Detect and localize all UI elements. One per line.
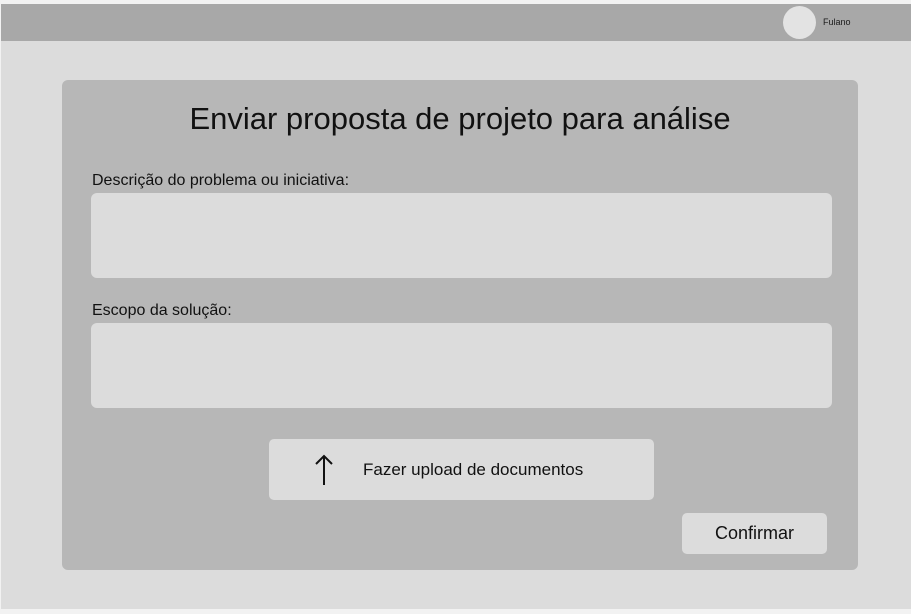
description-field[interactable] — [91, 193, 832, 278]
arrow-up-icon — [315, 454, 333, 485]
page-title: Enviar proposta de projeto para análise — [189, 101, 731, 136]
proposal-form-card: Enviar proposta de projeto para análise … — [62, 80, 858, 570]
user-name[interactable]: Fulano — [823, 17, 851, 28]
upload-documents-button[interactable]: Fazer upload de documentos — [269, 439, 654, 500]
avatar[interactable] — [783, 6, 816, 39]
upload-documents-label: Fazer upload de documentos — [363, 460, 584, 479]
confirm-button[interactable]: Confirmar — [682, 513, 827, 554]
app-window: Fulano Enviar proposta de projeto para a… — [1, 4, 911, 609]
scope-field[interactable] — [91, 323, 832, 408]
scope-label: Escopo da solução: — [92, 302, 232, 319]
top-bar: Fulano — [1, 4, 911, 41]
description-label: Descrição do problema ou iniciativa: — [92, 172, 350, 189]
